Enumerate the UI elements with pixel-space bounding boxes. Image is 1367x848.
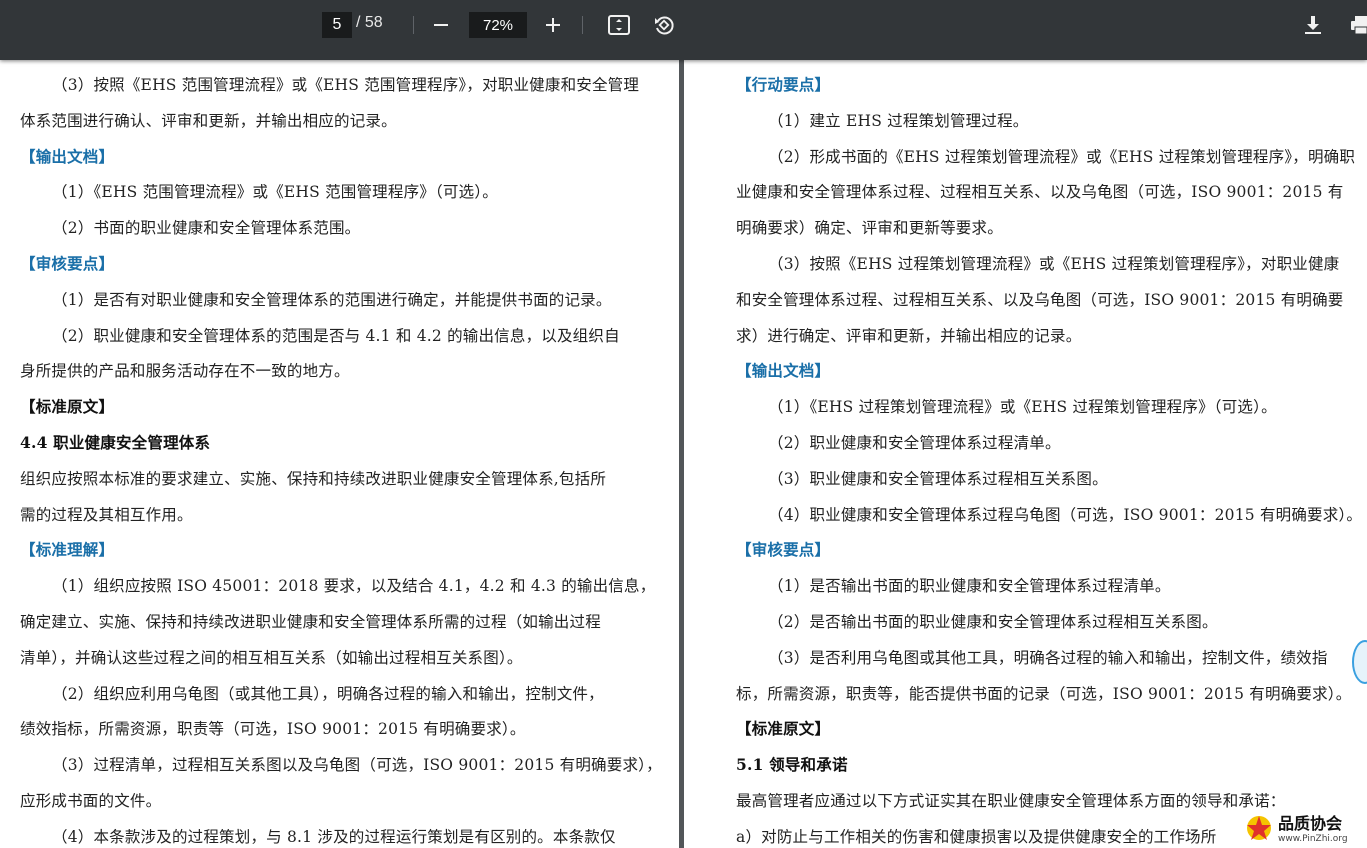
text-line: （3）职业健康和安全管理体系过程相互关系图。 bbox=[768, 469, 1108, 488]
text-line: 需的过程及其相互作用。 bbox=[20, 505, 193, 524]
text-line: a）对防止与工作相关的伤害和健康损害以及提供健康安全的工作场所 bbox=[736, 827, 1217, 846]
text-line: 标，所需资源，职责等，能否提供书面的记录（可选，ISO 9001：2015 有明… bbox=[736, 684, 1352, 703]
text-line: （1）《EHS 范围管理流程》或《EHS 范围管理程序》（可选）。 bbox=[52, 183, 498, 202]
section-heading: 【行动要点】 bbox=[736, 75, 831, 94]
page-number-input[interactable]: 5 bbox=[322, 12, 352, 38]
text-line: （1）是否有对职业健康和安全管理体系的范围进行确定，并能提供书面的记录。 bbox=[52, 290, 612, 309]
text-line: 明确要求）确定、评审和更新等要求。 bbox=[736, 219, 1003, 238]
text-line: 和安全管理体系过程、过程相互关系、以及乌龟图（可选，ISO 9001：2015 … bbox=[736, 290, 1344, 309]
text-line: 确定建立、实施、保持和持续改进职业健康和安全管理体系所需的过程（如输出过程 bbox=[20, 613, 601, 631]
print-icon bbox=[1351, 16, 1367, 35]
zoom-out-button[interactable] bbox=[426, 10, 456, 40]
fit-page-button[interactable] bbox=[604, 10, 634, 40]
text-line: （2）职业健康和安全管理体系过程清单。 bbox=[768, 434, 1061, 452]
page-total: / 58 bbox=[356, 14, 383, 31]
text-line: （3）按照《EHS 过程策划管理流程》或《EHS 过程策划管理程序》，对职业健康 bbox=[768, 255, 1340, 273]
print-button[interactable] bbox=[1346, 10, 1367, 40]
text-line: 体系范围进行确认、评审和更新，并输出相应的记录。 bbox=[20, 111, 397, 130]
plus-icon bbox=[546, 18, 560, 32]
text-line: （2）形成书面的《EHS 过程策划管理流程》或《EHS 过程策划管理程序》，明确… bbox=[768, 147, 1356, 166]
text-line: （4）职业健康和安全管理体系过程乌龟图（可选，ISO 9001：2015 有明确… bbox=[768, 505, 1363, 524]
text-line: 清单），并确认这些过程之间的相互相互关系（如输出过程相互关系图）。 bbox=[20, 648, 523, 667]
text-line: （3）过程清单，过程相互关系图以及乌龟图（可选，ISO 9001：2015 有明… bbox=[52, 756, 662, 775]
text-line: 绩效指标，所需资源，职责等（可选，ISO 9001：2015 有明确要求）。 bbox=[20, 720, 526, 739]
fit-to-page-icon bbox=[608, 15, 630, 35]
toolbar-divider bbox=[582, 16, 583, 34]
section-heading: 【审核要点】 bbox=[736, 540, 831, 560]
text-line: （1）建立 EHS 过程策划管理过程。 bbox=[768, 111, 1029, 130]
pdf-page-left: （3）按照《EHS 范围管理流程》或《EHS 范围管理程序》，对职业健康和安全管… bbox=[0, 60, 679, 848]
text-line: 业健康和安全管理体系过程、过程相互关系、以及乌龟图（可选，ISO 9001：20… bbox=[736, 183, 1344, 202]
download-icon bbox=[1305, 16, 1321, 34]
section-heading: 【审核要点】 bbox=[20, 254, 115, 273]
text-line: 求）进行确定、评审和更新，并输出相应的记录。 bbox=[736, 326, 1082, 345]
text-line: 组织应按照本标准的要求建立、实施、保持和持续改进职业健康安全管理体系,包括所 bbox=[20, 469, 607, 488]
text-line: 身所提供的产品和服务活动存在不一致的地方。 bbox=[20, 362, 350, 381]
toolbar-divider bbox=[413, 16, 414, 34]
section-heading: 【输出文档】 bbox=[736, 361, 831, 381]
text-line: （2）是否输出书面的职业健康和安全管理体系过程相互关系图。 bbox=[768, 613, 1218, 631]
bold-heading: 4.4 职业健康安全管理体系 bbox=[20, 433, 211, 452]
minus-icon bbox=[434, 24, 448, 26]
text-line: （2）组织应利用乌龟图（或其他工具），明确各过程的输入和输出，控制文件， bbox=[52, 684, 604, 703]
download-button[interactable] bbox=[1298, 10, 1328, 40]
pdf-toolbar: 5 / 58 72% bbox=[0, 0, 1367, 60]
bold-heading: 【标准原文】 bbox=[20, 397, 115, 417]
text-line: （1）《EHS 过程策划管理流程》或《EHS 过程策划管理程序》（可选）。 bbox=[768, 398, 1277, 417]
text-line: （1）是否输出书面的职业健康和安全管理体系过程清单。 bbox=[768, 577, 1171, 596]
text-line: （3）按照《EHS 范围管理流程》或《EHS 范围管理程序》，对职业健康和安全管… bbox=[52, 76, 640, 94]
text-line: （1）组织应按照 ISO 45001：2018 要求，以及结合 4.1，4.2 … bbox=[52, 577, 656, 596]
text-line: （4）本条款涉及的过程策划，与 8.1 涉及的过程运行策划是有区别的。本条款仅 bbox=[52, 827, 616, 846]
section-heading: 【标准理解】 bbox=[20, 540, 115, 560]
text-line: 应形成书面的文件。 bbox=[20, 792, 162, 810]
zoom-level-input[interactable]: 72% bbox=[469, 12, 527, 38]
text-line: 最高管理者应通过以下方式证实其在职业健康安全管理体系方面的领导和承诺： bbox=[736, 792, 1286, 810]
watermark-url: www.PinZhi.org bbox=[1278, 834, 1348, 844]
rotate-icon bbox=[655, 16, 674, 35]
logo-star-icon bbox=[1247, 816, 1271, 840]
text-line: （3）是否利用乌龟图或其他工具，明确各过程的输入和输出，控制文件，绩效指 bbox=[768, 648, 1328, 667]
text-line: （2）职业健康和安全管理体系的范围是否与 4.1 和 4.2 的输出信息，以及组… bbox=[52, 326, 620, 345]
bold-heading: 【标准原文】 bbox=[736, 719, 831, 739]
watermark-title: 品质协会 bbox=[1278, 814, 1343, 833]
section-heading: 【输出文档】 bbox=[20, 146, 115, 166]
bold-heading: 5.1 领导和承诺 bbox=[736, 755, 848, 775]
zoom-in-button[interactable] bbox=[538, 10, 568, 40]
pdf-page-right: 【行动要点】 （1）建立 EHS 过程策划管理过程。 （2）形成书面的《EHS 过程… bbox=[684, 60, 1367, 848]
text-line: （2）书面的职业健康和安全管理体系范围。 bbox=[52, 219, 361, 238]
watermark-logo: 品质协会 www.PinZhi.org bbox=[1244, 806, 1367, 848]
rotate-button[interactable] bbox=[649, 10, 679, 40]
